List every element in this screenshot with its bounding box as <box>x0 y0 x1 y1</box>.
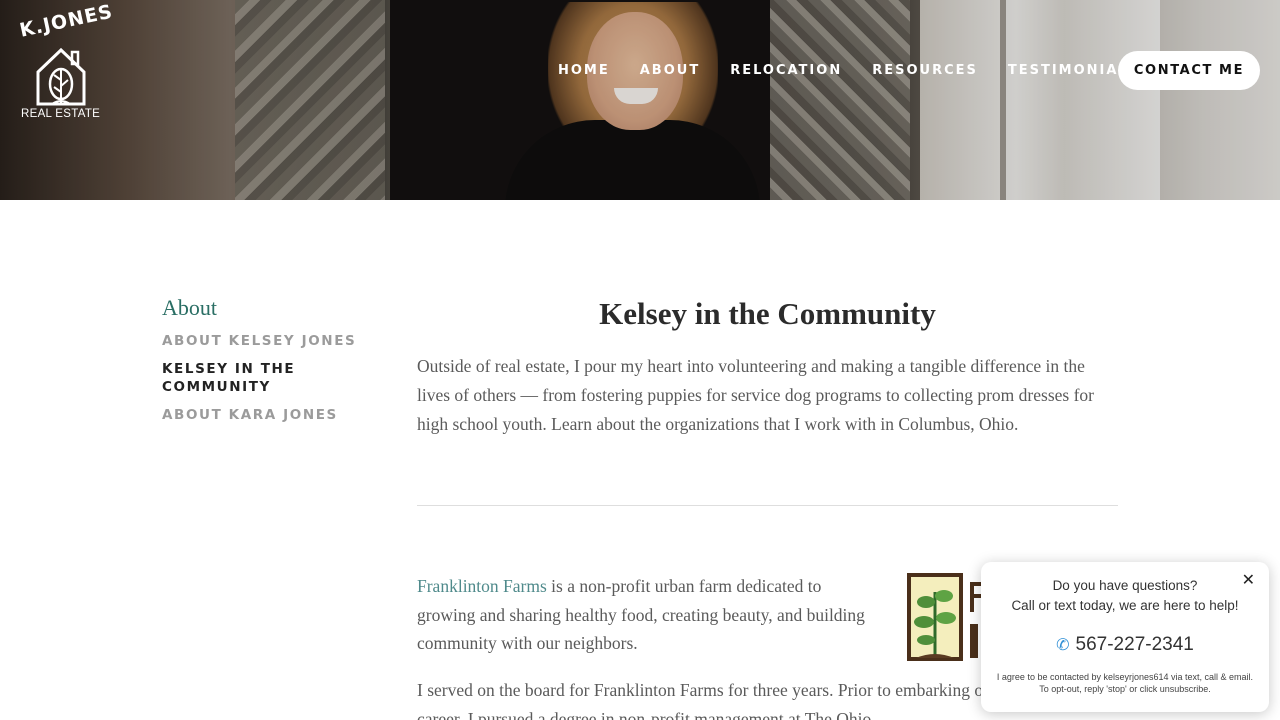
phone-icon: ✆ <box>1056 637 1070 654</box>
chat-question: Do you have questions? <box>1052 578 1198 593</box>
chat-phone-link[interactable]: ✆ 567-227-2341 <box>981 634 1269 656</box>
nav-home[interactable]: HOME <box>558 62 610 80</box>
house-leaf-icon <box>36 47 86 106</box>
chat-subtext: Call or text today, we are here to help! <box>1011 598 1239 613</box>
nav-resources[interactable]: RESOURCES <box>872 62 978 80</box>
hero-banner <box>0 0 1280 200</box>
chat-fine-print: I agree to be contacted by kelseyrjones6… <box>996 672 1254 694</box>
nav-about[interactable]: ABOUT <box>640 62 700 80</box>
sidebar-item-kelsey-community[interactable]: KELSEY IN THE COMMUNITY <box>162 360 362 396</box>
nav-relocation[interactable]: RELOCATION <box>730 62 842 80</box>
page-title: Kelsey in the Community <box>599 296 936 331</box>
contact-me-button[interactable]: CONTACT ME <box>1118 51 1260 90</box>
main-nav: HOME ABOUT RELOCATION RESOURCES TESTIMON… <box>558 62 1170 80</box>
franklinton-farms-link[interactable]: Franklinton Farms <box>417 576 547 596</box>
hero-overlay <box>0 0 1280 200</box>
sidebar-item-about-kelsey[interactable]: ABOUT KELSEY JONES <box>162 332 362 350</box>
chat-phone-number: 567-227-2341 <box>1075 634 1194 655</box>
site-logo[interactable]: K.JONES REAL ESTATE <box>18 1 115 126</box>
chat-popup: ✕ Do you have questions? Call or text to… <box>981 562 1269 712</box>
sidebar-heading: About <box>162 295 217 320</box>
logo-bottom-text: REAL ESTATE <box>21 108 101 120</box>
org-paragraph: Franklinton Farms is a non-profit urban … <box>417 572 867 658</box>
intro-paragraph: Outside of real estate, I pour my heart … <box>417 356 1094 434</box>
sidebar-nav: ABOUT KELSEY JONES KELSEY IN THE COMMUNI… <box>162 332 362 434</box>
section-divider <box>417 505 1118 506</box>
sidebar-item-about-kara[interactable]: ABOUT KARA JONES <box>162 406 362 424</box>
